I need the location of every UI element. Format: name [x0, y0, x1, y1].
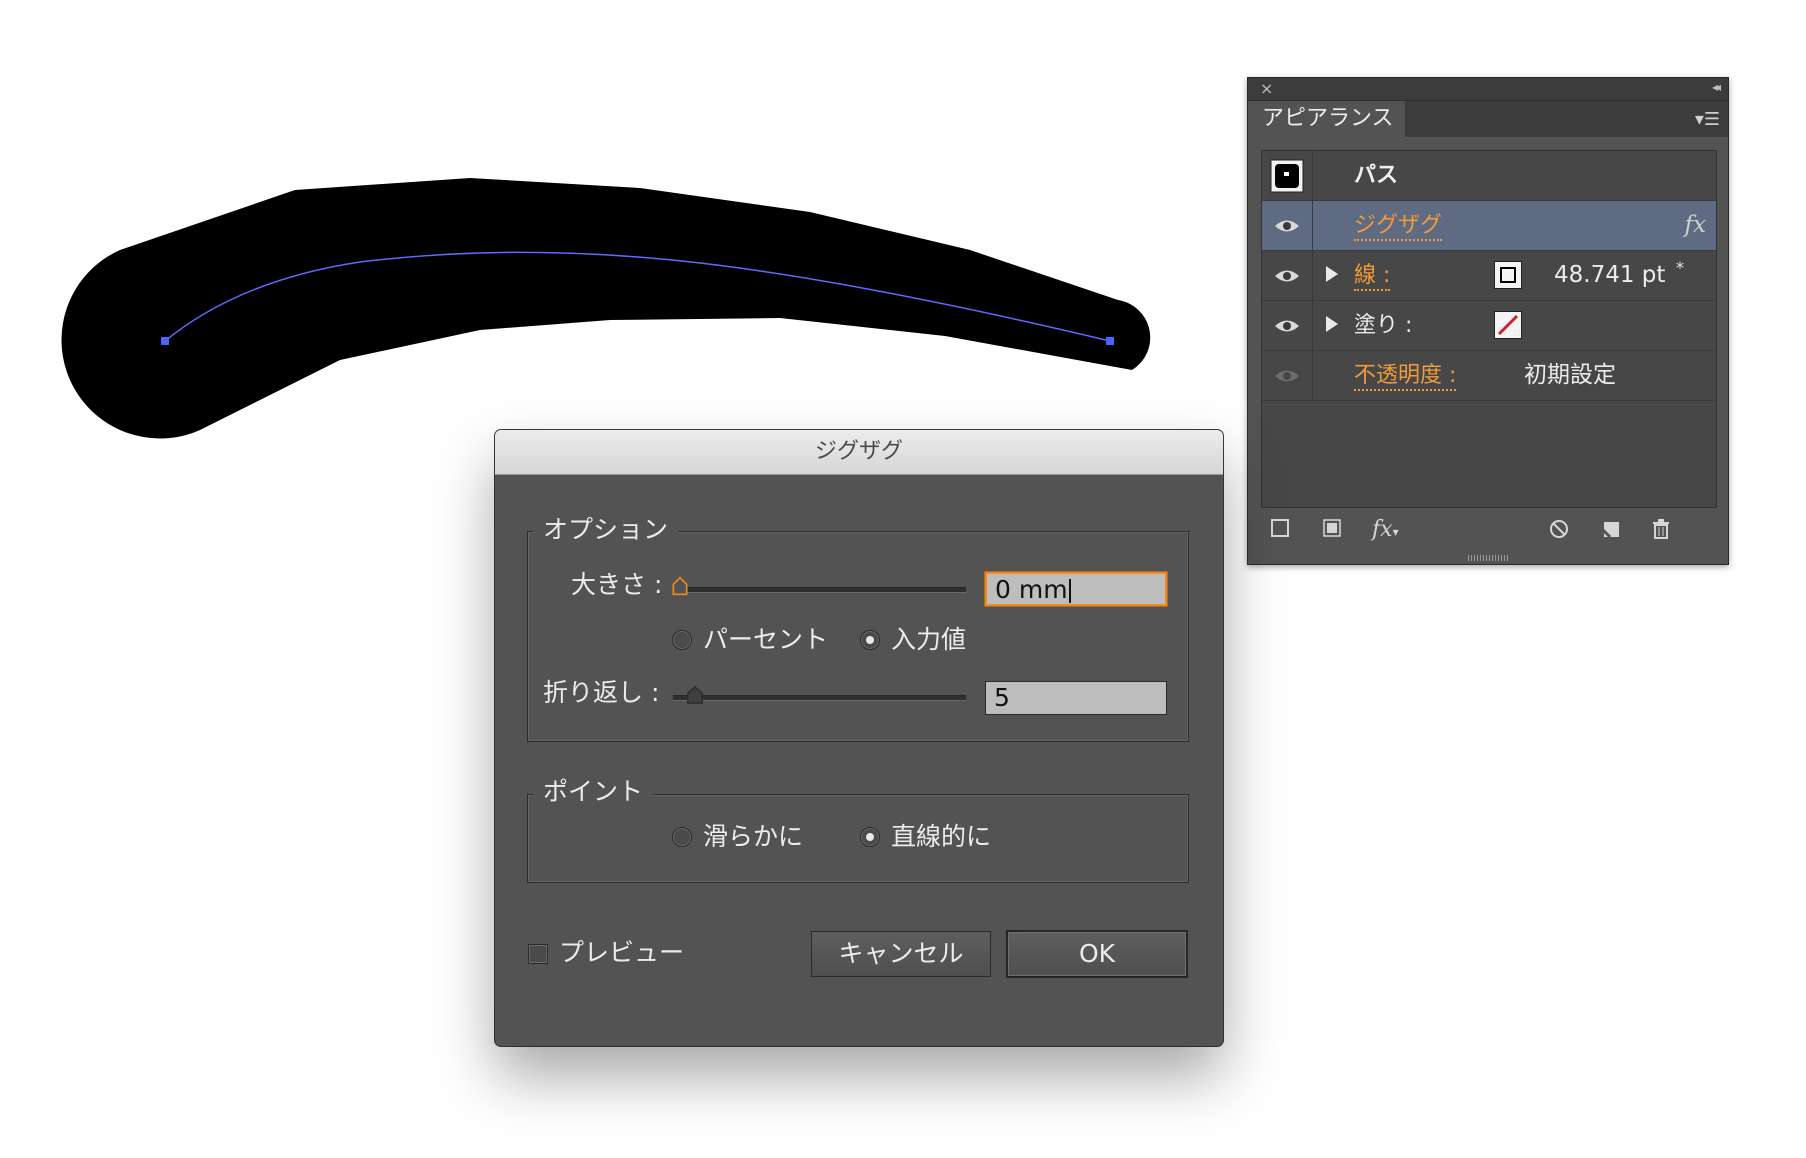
- ridges-slider-thumb[interactable]: [686, 685, 704, 705]
- text-caret: [1068, 579, 1071, 603]
- add-new-stroke-icon[interactable]: [1270, 518, 1290, 544]
- expand-triangle-icon[interactable]: [1326, 316, 1338, 332]
- points-group-label: ポイント: [533, 777, 654, 807]
- add-new-fill-icon[interactable]: [1322, 518, 1342, 544]
- preview-checkbox[interactable]: [528, 944, 548, 964]
- size-input-value: 0 mm: [995, 575, 1068, 604]
- fill-row[interactable]: 塗り :: [1262, 301, 1716, 351]
- visibility-toggle[interactable]: [1262, 251, 1313, 300]
- ok-button[interactable]: OK: [1006, 930, 1188, 978]
- resize-grip[interactable]: [1468, 555, 1508, 561]
- appearance-panel: × ◂◂ アピアランス ▾☰ パス ジグザグ fx 線: 48.741 pt …: [1247, 77, 1729, 565]
- clear-appearance-icon[interactable]: [1548, 518, 1570, 546]
- absolute-radio[interactable]: [860, 630, 880, 650]
- none-swatch-icon: [1497, 314, 1519, 336]
- opacity-row[interactable]: 不透明度 : 初期設定: [1262, 351, 1716, 401]
- collapse-icon[interactable]: ◂◂: [1712, 80, 1721, 94]
- eye-icon: [1275, 270, 1299, 281]
- panel-titlebar[interactable]: × ◂◂: [1248, 78, 1728, 101]
- close-icon[interactable]: ×: [1260, 79, 1273, 98]
- ridges-input[interactable]: 5: [985, 681, 1167, 715]
- points-group: [527, 794, 1189, 883]
- size-slider-thumb[interactable]: [671, 576, 689, 596]
- stroke-modified-asterisk: *: [1676, 258, 1684, 277]
- appearance-list: パス ジグザグ fx 線 : 48.741 pt * 塗り: 不透明度: 初…: [1261, 150, 1717, 508]
- options-group-label: オプション: [533, 515, 679, 545]
- panel-footer: fx▾: [1248, 510, 1728, 550]
- panel-menu-icon[interactable]: ▾☰: [1695, 109, 1720, 130]
- anchor-point-end[interactable]: [1106, 337, 1114, 345]
- fill-label: 塗り :: [1354, 313, 1413, 338]
- visibility-toggle-disabled: [1262, 351, 1313, 400]
- ridges-label: 折り返し :: [543, 678, 660, 707]
- dialog-title[interactable]: ジグザグ: [495, 430, 1223, 475]
- path-thumbnail-icon: [1270, 159, 1304, 192]
- corner-radio[interactable]: [860, 827, 880, 847]
- fill-swatch-none[interactable]: [1494, 311, 1522, 339]
- fx-icon[interactable]: fx: [1685, 201, 1706, 250]
- size-label: 大きさ :: [571, 570, 663, 599]
- stroked-path-shape[interactable]: [61, 178, 1151, 439]
- stroke-swatch[interactable]: [1494, 261, 1522, 289]
- eye-icon: [1275, 370, 1299, 381]
- expand-triangle-icon[interactable]: [1326, 266, 1338, 282]
- preview-checkbox-label[interactable]: プレビュー: [559, 938, 684, 968]
- percent-radio-label[interactable]: パーセント: [703, 625, 828, 655]
- anchor-point-start[interactable]: [161, 337, 169, 345]
- ridges-slider-track[interactable]: [673, 695, 966, 701]
- add-effect-fx-icon[interactable]: fx▾: [1372, 518, 1399, 544]
- panel-tab-row: アピアランス ▾☰: [1248, 101, 1728, 137]
- absolute-radio-label[interactable]: 入力値: [891, 625, 966, 655]
- object-thumbnail-cell: [1262, 151, 1313, 200]
- duplicate-item-icon[interactable]: [1600, 518, 1622, 546]
- corner-radio-label[interactable]: 直線的に: [891, 822, 991, 852]
- size-slider-track[interactable]: [673, 587, 966, 593]
- visibility-toggle[interactable]: [1262, 301, 1313, 350]
- size-input[interactable]: 0 mm: [985, 572, 1167, 606]
- stroke-row[interactable]: 線 : 48.741 pt *: [1262, 251, 1716, 301]
- eye-icon: [1275, 320, 1299, 331]
- stroke-link[interactable]: 線 :: [1354, 263, 1391, 291]
- cancel-button[interactable]: キャンセル: [811, 931, 991, 977]
- tab-appearance[interactable]: アピアランス: [1248, 101, 1405, 137]
- ridges-input-value: 5: [994, 683, 1010, 712]
- opacity-value: 初期設定: [1524, 362, 1616, 388]
- opacity-link[interactable]: 不透明度 :: [1354, 363, 1457, 391]
- trash-icon[interactable]: [1650, 518, 1672, 546]
- smooth-radio-label[interactable]: 滑らかに: [703, 822, 803, 852]
- effect-link-zigzag[interactable]: ジグザグ: [1354, 213, 1443, 241]
- zigzag-dialog: ジグザグ オプション 大きさ : 0 mm パーセント 入力値 折り返し : 5…: [495, 430, 1223, 1046]
- eye-icon: [1275, 220, 1299, 231]
- effect-row-zigzag[interactable]: ジグザグ fx: [1262, 201, 1716, 251]
- percent-radio[interactable]: [672, 630, 692, 650]
- stroke-weight-value[interactable]: 48.741 pt: [1554, 251, 1665, 300]
- smooth-radio[interactable]: [672, 827, 692, 847]
- visibility-toggle[interactable]: [1262, 201, 1313, 250]
- object-row[interactable]: パス: [1262, 151, 1716, 201]
- object-type-label: パス: [1354, 163, 1399, 188]
